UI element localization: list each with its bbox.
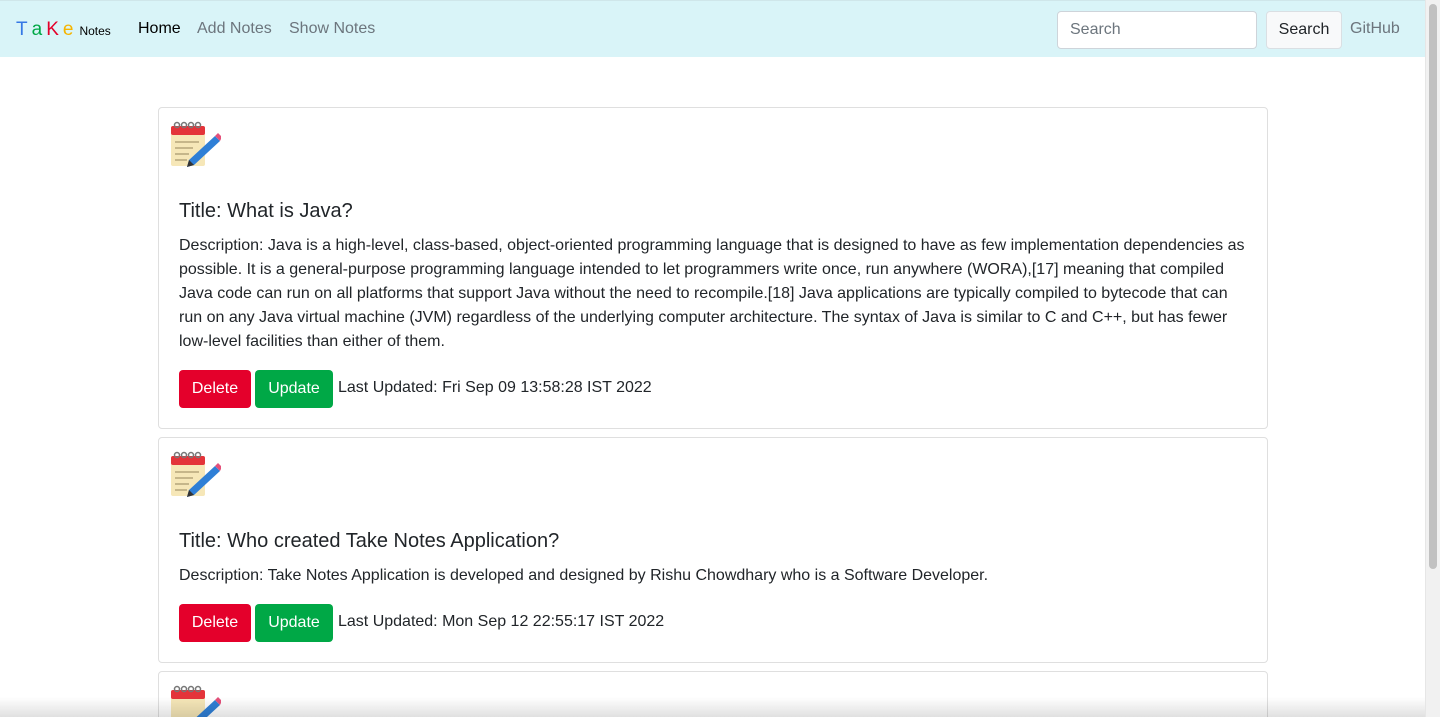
- github-link[interactable]: GitHub: [1350, 20, 1400, 38]
- note-title: Title: What is Java?: [179, 200, 353, 222]
- note-pencil-icon: [171, 685, 221, 717]
- update-button[interactable]: Update: [255, 604, 333, 642]
- search-input[interactable]: [1057, 11, 1257, 49]
- delete-button[interactable]: Delete: [179, 370, 251, 408]
- brand-letter-e: e: [62, 19, 74, 40]
- note-description: Description: Java is a high-level, class…: [179, 237, 1245, 350]
- search-button[interactable]: Search: [1266, 11, 1342, 49]
- nav-show-notes-link[interactable]: Show Notes: [289, 20, 375, 38]
- note-card: Title: Who created Take Notes Applicatio…: [158, 437, 1268, 663]
- nav-home-link[interactable]: Home: [138, 20, 181, 38]
- brand-suffix: Notes: [79, 24, 111, 38]
- note-pencil-icon: [171, 121, 221, 167]
- navbar: T a K e Notes Home Add Notes Show Notes …: [0, 0, 1425, 57]
- note-card: Title: What is Java? Description: Java i…: [158, 107, 1268, 429]
- scrollbar[interactable]: [1425, 0, 1440, 717]
- scrollbar-thumb[interactable]: [1429, 4, 1437, 569]
- brand-letter-t: T: [16, 19, 28, 40]
- last-updated-text: Last Updated: Fri Sep 09 13:58:28 IST 20…: [338, 379, 652, 396]
- nav-add-notes-link[interactable]: Add Notes: [197, 20, 272, 38]
- note-card: [158, 671, 1268, 717]
- note-title: Title: Who created Take Notes Applicatio…: [179, 530, 560, 552]
- note-description: Description: Take Notes Application is d…: [179, 567, 989, 584]
- brand-letter-k: K: [46, 19, 59, 40]
- brand-logo[interactable]: T a K e Notes: [16, 19, 115, 41]
- brand-letter-a: a: [31, 19, 43, 40]
- last-updated-text: Last Updated: Mon Sep 12 22:55:17 IST 20…: [338, 613, 665, 630]
- delete-button[interactable]: Delete: [179, 604, 251, 642]
- update-button[interactable]: Update: [255, 370, 333, 408]
- page: T a K e Notes Home Add Notes Show Notes …: [0, 0, 1425, 717]
- note-pencil-icon: [171, 451, 221, 497]
